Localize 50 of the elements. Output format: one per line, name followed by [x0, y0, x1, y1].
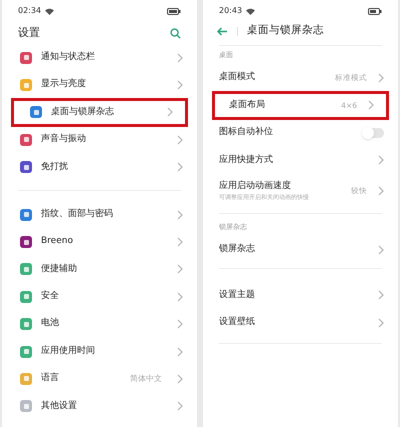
wifi-icon: [246, 8, 256, 14]
search-icon[interactable]: [170, 28, 181, 38]
chevron-icon: [177, 80, 183, 90]
chevron-icon: [177, 52, 183, 63]
battery-icon: [167, 8, 181, 14]
chevron-icon: [177, 134, 183, 145]
screen-title: 桌面与锁屏杂志: [247, 23, 324, 38]
chevron-icon: [378, 318, 384, 328]
settings-item[interactable]: 安全: [2, 283, 197, 311]
settings-row[interactable]: 设置壁纸: [203, 309, 398, 336]
chevron-icon: [378, 155, 384, 166]
settings-item[interactable]: 其他设置: [2, 392, 197, 420]
status-time: 02:34: [18, 5, 42, 17]
settings-item[interactable]: 电池: [2, 310, 197, 338]
settings-item[interactable]: Breeno: [2, 228, 197, 256]
status-time: 20:43: [219, 5, 242, 17]
chevron-icon: [177, 346, 183, 357]
settings-item[interactable]: 免打扰: [2, 154, 197, 181]
chevron-icon: [177, 401, 183, 412]
settings-row[interactable]: 图标自动补位: [203, 119, 398, 146]
chevron-icon: [177, 374, 183, 384]
settings-item[interactable]: 桌面与锁屏杂志: [12, 98, 187, 126]
chevron-icon: [177, 264, 183, 274]
settings-item[interactable]: 显示与亮度: [2, 71, 197, 99]
chevron-icon: [378, 290, 384, 300]
item-value: 简体中文: [130, 372, 162, 385]
chevron-icon: [378, 244, 384, 255]
settings-row[interactable]: 应用快捷方式: [203, 146, 398, 174]
battery-icon: [368, 8, 382, 14]
settings-item[interactable]: 应用使用时间: [2, 338, 197, 366]
settings-item[interactable]: 语言 简体中文: [2, 365, 197, 393]
chevron-icon: [167, 107, 173, 118]
settings-item[interactable]: 通知与状态栏: [2, 44, 197, 72]
settings-row[interactable]: 设置主题: [203, 282, 398, 309]
chevron-icon: [368, 100, 374, 110]
chevron-icon: [177, 210, 183, 220]
chevron-icon: [378, 186, 384, 196]
chevron-icon: [378, 72, 384, 83]
settings-row[interactable]: 锁屏杂志: [203, 236, 398, 264]
toggle-switch[interactable]: [362, 128, 384, 138]
chevron-icon: [177, 292, 183, 302]
wifi-icon: [45, 8, 54, 14]
screen-title: 设置: [18, 24, 40, 41]
settings-item[interactable]: 声音与振动: [2, 126, 197, 154]
settings-item[interactable]: 便捷辅助: [2, 256, 197, 284]
chevron-icon: [177, 319, 183, 330]
settings-item[interactable]: 指纹、面部与密码: [2, 200, 197, 228]
back-arrow-icon[interactable]: [217, 26, 228, 36]
chevron-icon: [177, 162, 183, 172]
chevron-icon: [177, 237, 183, 248]
